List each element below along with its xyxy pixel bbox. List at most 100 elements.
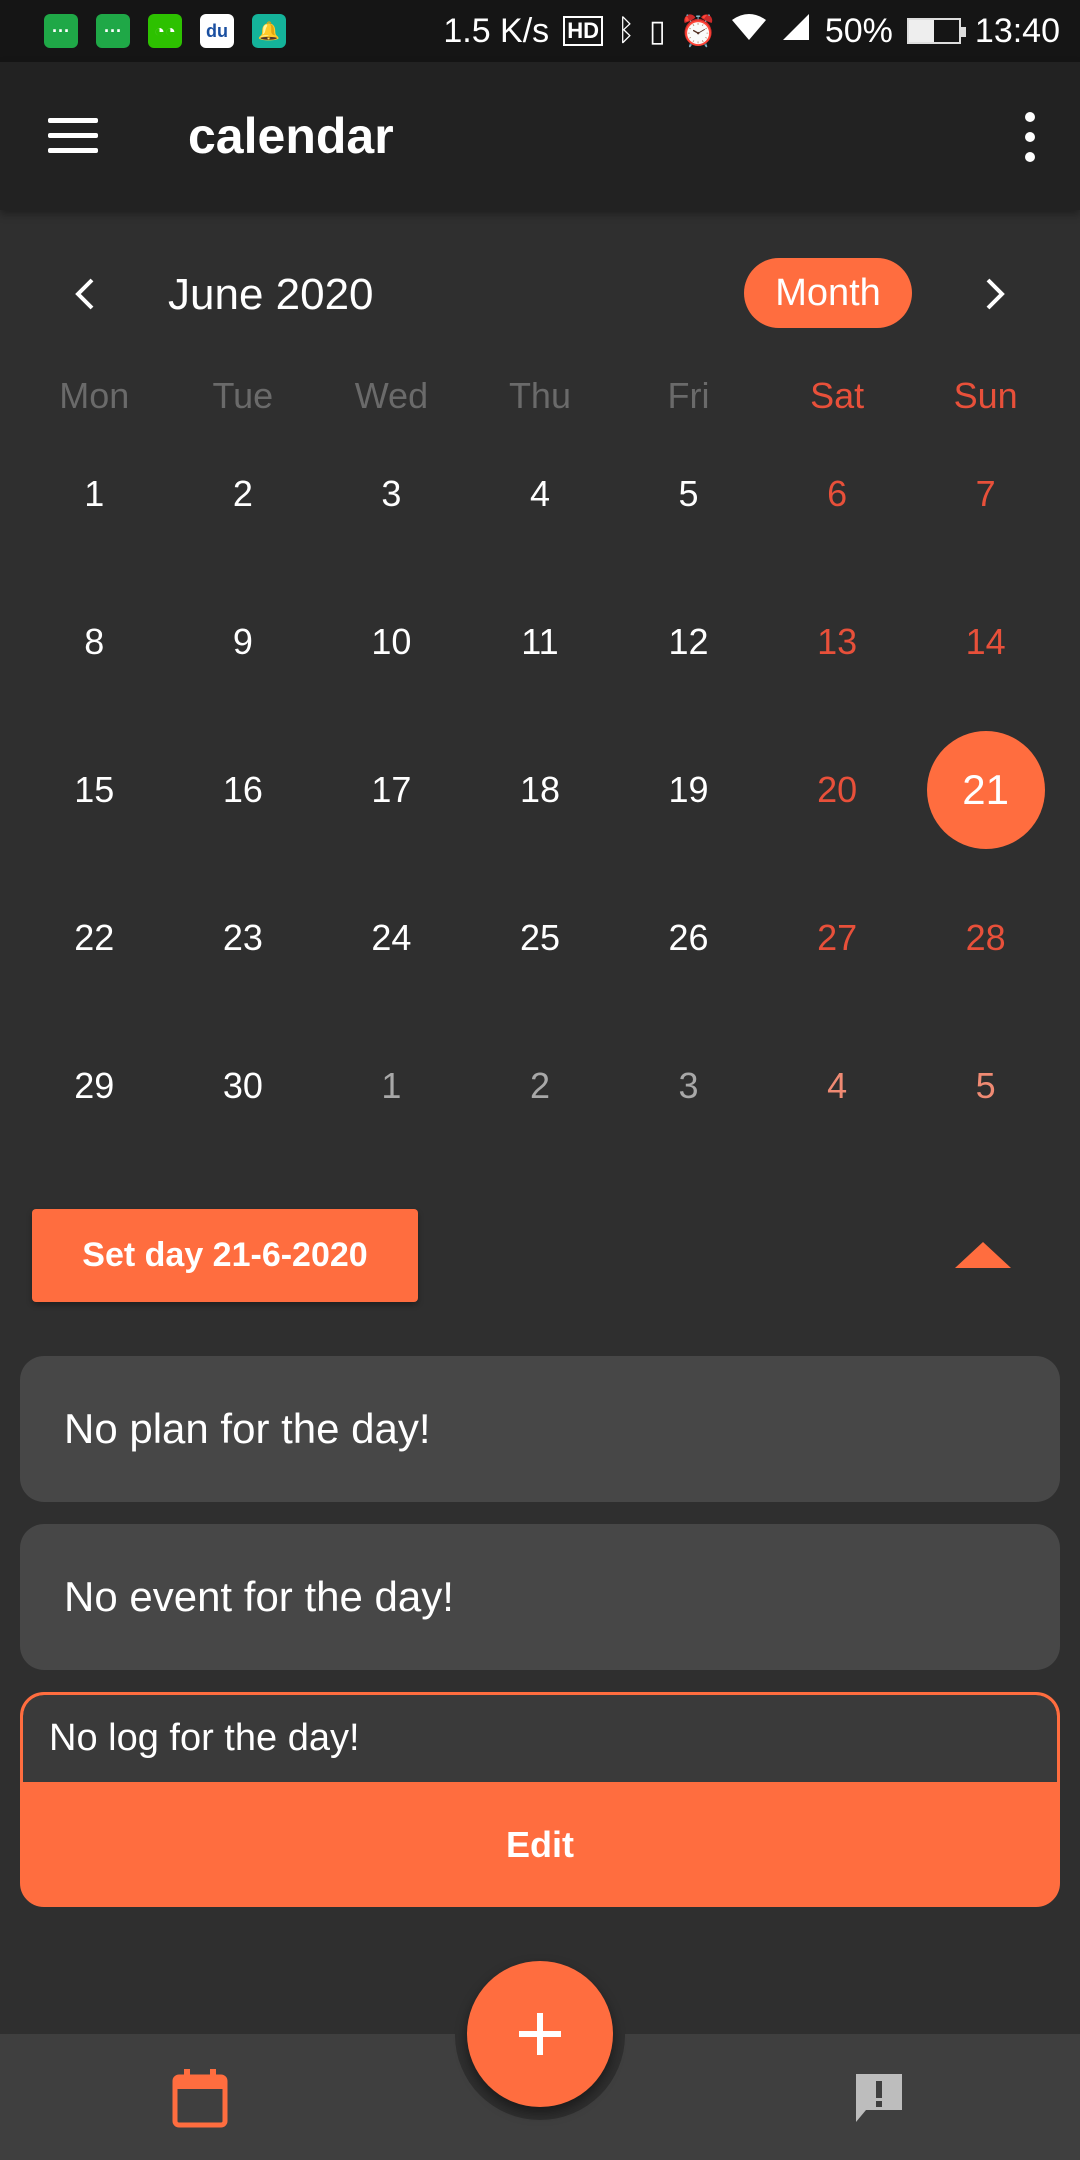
menu-icon[interactable] xyxy=(48,118,98,154)
feedback-icon[interactable] xyxy=(852,2070,906,2124)
day-cell[interactable]: 12 xyxy=(614,568,763,716)
app-bar: calendar xyxy=(0,62,1080,210)
week-row: 8 9 10 11 12 13 14 xyxy=(20,568,1060,716)
plus-icon xyxy=(519,2013,561,2055)
day-number: 24 xyxy=(371,917,412,958)
status-bar: ··· ··· ◔◔ du 🔔 1.5 K/s HD ᛒ ▯ ⏰ 50% 13:… xyxy=(0,0,1080,62)
day-cell-selected[interactable]: 21 xyxy=(911,716,1060,864)
day-cell[interactable]: 25 xyxy=(466,864,615,1012)
day-number: 28 xyxy=(965,917,1006,958)
bell-icon: 🔔 xyxy=(252,14,286,48)
day-number: 23 xyxy=(222,917,263,958)
day-cell[interactable]: 17 xyxy=(317,716,466,864)
day-number: 8 xyxy=(84,621,105,662)
signal-icon xyxy=(781,12,811,50)
event-text: No event for the day! xyxy=(64,1573,454,1620)
day-cell[interactable]: 19 xyxy=(614,716,763,864)
alarm-icon: ⏰ xyxy=(679,14,717,48)
day-cell[interactable]: 27 xyxy=(763,864,912,1012)
day-cell[interactable]: 28 xyxy=(911,864,1060,1012)
day-cell[interactable]: 2 xyxy=(466,1012,615,1160)
day-cell[interactable]: 2 xyxy=(169,420,318,568)
day-number: 2 xyxy=(232,473,253,514)
day-cell[interactable]: 1 xyxy=(317,1012,466,1160)
plan-text: No plan for the day! xyxy=(64,1405,431,1452)
battery-percent: 50% xyxy=(824,11,893,50)
day-cell[interactable]: 3 xyxy=(317,420,466,568)
day-cell[interactable]: 30 xyxy=(169,1012,318,1160)
weekday-label: Sat xyxy=(810,375,865,416)
day-cell[interactable]: 26 xyxy=(614,864,763,1012)
day-cell[interactable]: 15 xyxy=(20,716,169,864)
day-cell[interactable]: 16 xyxy=(169,716,318,864)
view-mode-button[interactable]: Month xyxy=(744,258,912,328)
day-number: 7 xyxy=(975,473,996,514)
chevron-right-icon[interactable] xyxy=(976,276,1012,312)
day-cell[interactable]: 22 xyxy=(20,864,169,1012)
day-cell[interactable]: 29 xyxy=(20,1012,169,1160)
day-number: 30 xyxy=(222,1065,263,1106)
wechat-icon: ◔◔ xyxy=(148,14,182,48)
day-number: 25 xyxy=(519,917,560,958)
day-cell[interactable]: 23 xyxy=(169,864,318,1012)
day-cell[interactable]: 20 xyxy=(763,716,912,864)
day-number: 5 xyxy=(975,1065,996,1106)
month-label: June 2020 xyxy=(168,270,374,319)
weekday-label: Tue xyxy=(212,375,274,416)
day-cell[interactable]: 18 xyxy=(466,716,615,864)
app-title: calendar xyxy=(188,108,394,164)
day-cell[interactable]: 14 xyxy=(911,568,1060,716)
notification-icons: ··· ··· ◔◔ du 🔔 xyxy=(44,14,286,48)
day-cell[interactable]: 24 xyxy=(317,864,466,1012)
day-cell[interactable]: 5 xyxy=(614,420,763,568)
set-day-button[interactable]: Set day 21-6-2020 xyxy=(32,1209,418,1302)
calendar-icon[interactable] xyxy=(172,2068,228,2128)
plan-card[interactable]: No plan for the day! xyxy=(20,1356,1060,1502)
day-cell[interactable]: 4 xyxy=(466,420,615,568)
wifi-icon xyxy=(731,12,767,50)
weekday-label: Sun xyxy=(953,375,1018,416)
day-number: 13 xyxy=(817,621,858,662)
day-number: 26 xyxy=(668,917,709,958)
more-options-icon[interactable] xyxy=(1020,112,1040,162)
weekday-header: Mon Tue Wed Thu Fri Sat Sun xyxy=(20,375,1060,417)
battery-icon xyxy=(906,18,966,44)
log-text: No log for the day! xyxy=(23,1695,1057,1782)
calendar-header: June 2020 Month xyxy=(0,258,1080,330)
chevron-left-icon[interactable] xyxy=(68,276,104,312)
day-cell[interactable]: 13 xyxy=(763,568,912,716)
day-cell[interactable]: 3 xyxy=(614,1012,763,1160)
day-number: 6 xyxy=(827,473,848,514)
day-cell[interactable]: 6 xyxy=(763,420,912,568)
event-card[interactable]: No event for the day! xyxy=(20,1524,1060,1670)
day-cell[interactable]: 10 xyxy=(317,568,466,716)
day-number: 3 xyxy=(381,473,402,514)
add-button[interactable] xyxy=(467,1961,613,2107)
day-number: 4 xyxy=(529,473,550,514)
day-cell[interactable]: 9 xyxy=(169,568,318,716)
weekday-label: Mon xyxy=(59,375,130,416)
day-number: 18 xyxy=(519,769,560,810)
day-number: 1 xyxy=(381,1065,402,1106)
day-number: 29 xyxy=(74,1065,115,1106)
day-cell[interactable]: 4 xyxy=(763,1012,912,1160)
week-row: 29 30 1 2 3 4 5 xyxy=(20,1012,1060,1160)
day-number: 21 xyxy=(926,731,1045,849)
day-number: 12 xyxy=(668,621,709,662)
day-cell[interactable]: 1 xyxy=(20,420,169,568)
day-number: 10 xyxy=(371,621,412,662)
week-row: 22 23 24 25 26 27 28 xyxy=(20,864,1060,1012)
week-row: 1 2 3 4 5 6 7 xyxy=(20,420,1060,568)
day-number: 27 xyxy=(817,917,858,958)
day-number: 2 xyxy=(529,1065,550,1106)
vibrate-icon: ▯ xyxy=(648,14,666,48)
week-row: 15 16 17 18 19 20 21 xyxy=(20,716,1060,864)
day-cell[interactable]: 8 xyxy=(20,568,169,716)
day-cell[interactable]: 7 xyxy=(911,420,1060,568)
bluetooth-icon: ᛒ xyxy=(616,14,635,47)
day-number: 9 xyxy=(232,621,253,662)
day-cell[interactable]: 11 xyxy=(466,568,615,716)
collapse-triangle-icon[interactable] xyxy=(955,1240,1011,1270)
day-cell[interactable]: 5 xyxy=(911,1012,1060,1160)
edit-button[interactable]: Edit xyxy=(23,1782,1057,1904)
